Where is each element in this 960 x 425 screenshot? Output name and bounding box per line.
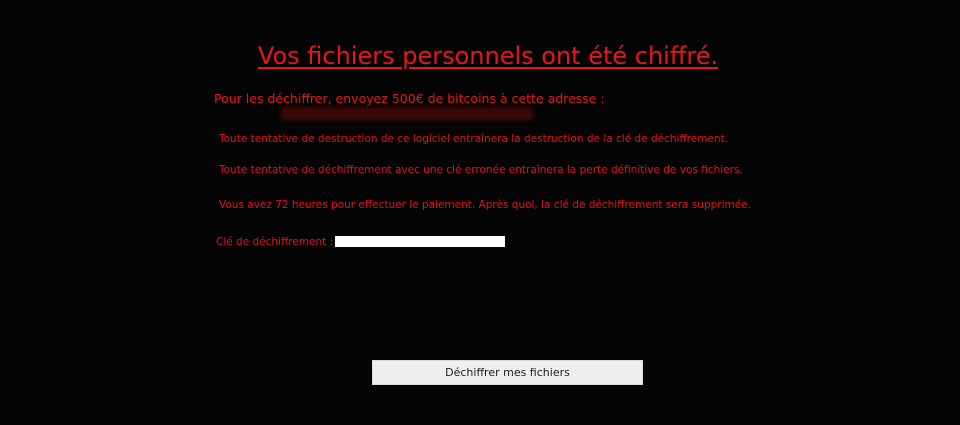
warning-wrong-key: Toute tentative de déchiffrement avec un… <box>219 164 743 176</box>
warning-deadline: Vous avez 72 heures pour effectuer le pa… <box>219 199 751 211</box>
decryption-key-input[interactable] <box>335 236 505 247</box>
page-title: Vos fichiers personnels ont été chiffré. <box>257 42 719 70</box>
decryption-key-label: Clé de déchiffrement : <box>216 236 334 248</box>
bitcoin-address-field[interactable] <box>283 109 531 118</box>
ransom-window: Vos fichiers personnels ont été chiffré.… <box>0 0 960 425</box>
warning-destruction: Toute tentative de destruction de ce log… <box>219 133 729 145</box>
decrypt-files-button[interactable]: Déchiffrer mes fichiers <box>372 360 643 385</box>
payment-instruction: Pour les déchiffrer, envoyez 500€ de bit… <box>214 91 605 106</box>
